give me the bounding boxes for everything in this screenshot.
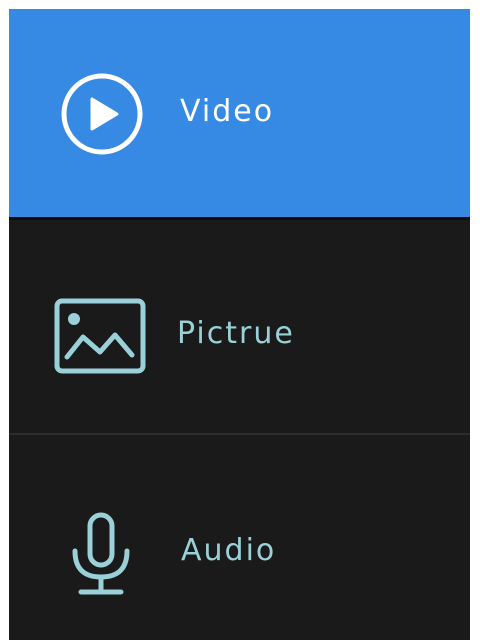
menu-item-video-label: Video <box>180 94 275 129</box>
menu-item-picture-label: Pictrue <box>177 316 295 351</box>
play-circle-icon <box>61 73 143 155</box>
menu-item-video[interactable]: Video <box>9 9 470 217</box>
menu-item-audio[interactable]: Audio <box>9 433 470 640</box>
picture-icon <box>54 298 146 374</box>
microphone-icon <box>72 512 130 595</box>
menu-item-picture[interactable]: Pictrue <box>9 217 470 433</box>
menu-item-audio-label: Audio <box>181 533 277 568</box>
media-menu: Video Pictrue Audio <box>9 9 470 640</box>
